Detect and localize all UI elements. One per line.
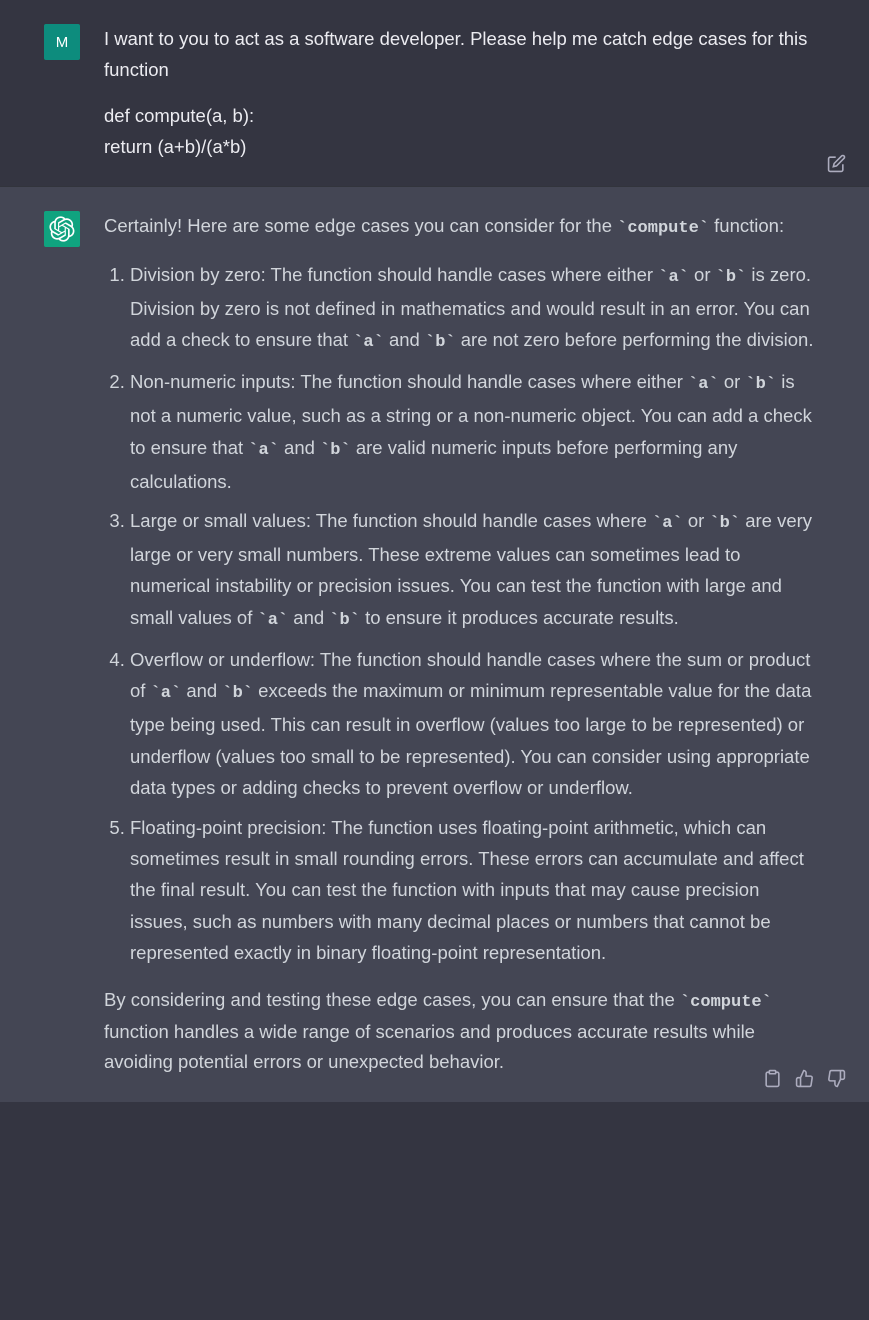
assistant-actions: [761, 1068, 847, 1090]
copy-button[interactable]: [761, 1068, 783, 1090]
user-message: M I want to you to act as a software dev…: [0, 0, 869, 186]
thumbs-down-icon: [827, 1069, 846, 1088]
list-item: Floating-point precision: The function u…: [130, 812, 815, 969]
list-item: Overflow or underflow: The function shou…: [130, 644, 815, 804]
list-item: Division by zero: The function should ha…: [130, 259, 815, 358]
edit-icon: [827, 154, 846, 173]
openai-logo-icon: [49, 216, 75, 242]
assistant-avatar: [44, 211, 80, 247]
user-code-block: def compute(a, b):return (a+b)/(a*b): [104, 101, 815, 162]
assistant-content: Certainly! Here are some edge cases you …: [104, 211, 825, 1078]
user-content: I want to you to act as a software devel…: [104, 24, 825, 162]
user-avatar: M: [44, 24, 80, 60]
thumbs-down-button[interactable]: [825, 1068, 847, 1090]
user-actions: [825, 152, 847, 174]
edge-case-list: Division by zero: The function should ha…: [104, 259, 815, 969]
user-avatar-letter: M: [56, 34, 69, 51]
edit-button[interactable]: [825, 152, 847, 174]
assistant-intro: Certainly! Here are some edge cases you …: [104, 211, 815, 243]
assistant-outro: By considering and testing these edge ca…: [104, 985, 815, 1078]
clipboard-icon: [763, 1069, 782, 1088]
thumbs-up-button[interactable]: [793, 1068, 815, 1090]
assistant-message: Certainly! Here are some edge cases you …: [0, 186, 869, 1102]
thumbs-up-icon: [795, 1069, 814, 1088]
code-compute: `compute`: [617, 219, 709, 238]
code-compute: `compute`: [680, 993, 772, 1012]
list-item: Large or small values: The function shou…: [130, 505, 815, 636]
user-intro-text: I want to you to act as a software devel…: [104, 24, 815, 85]
list-item: Non-numeric inputs: The function should …: [130, 366, 815, 497]
